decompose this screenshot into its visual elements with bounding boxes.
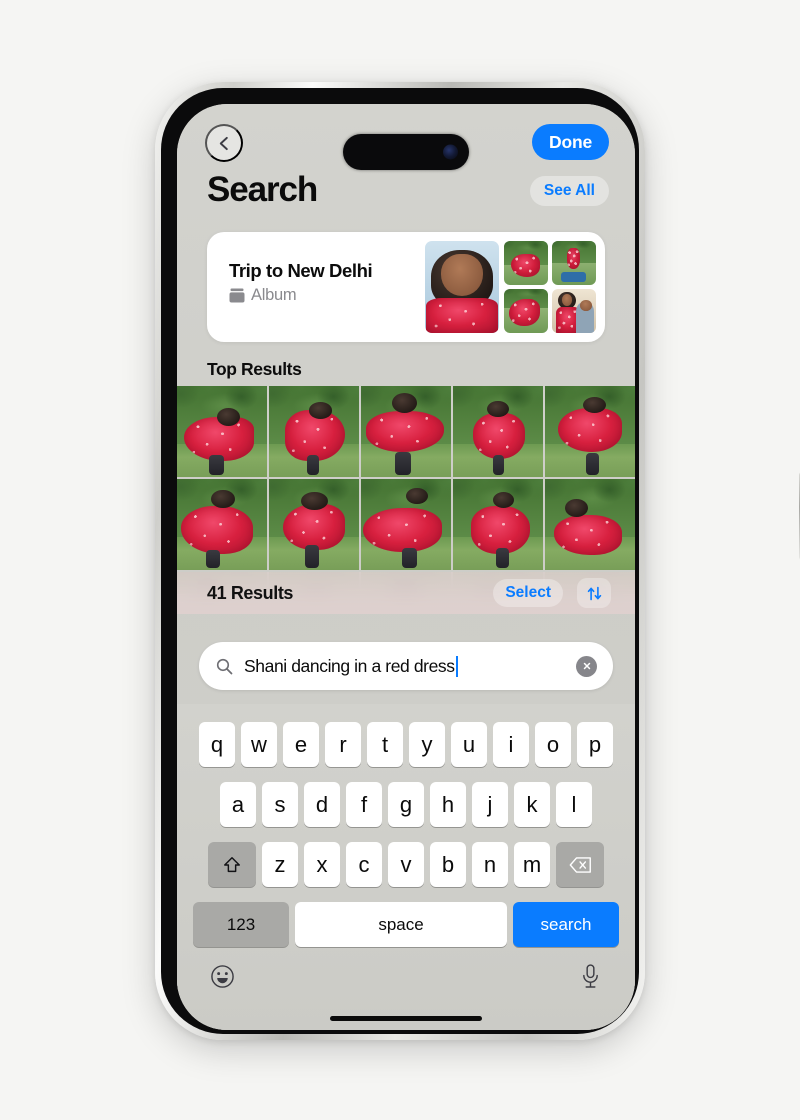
keyboard-row-2: a s d f g h j k l: [177, 782, 635, 827]
photo-thumbnail[interactable]: [361, 386, 451, 477]
key-s[interactable]: s: [262, 782, 298, 827]
key-z[interactable]: z: [262, 842, 298, 887]
dynamic-island[interactable]: [343, 134, 469, 170]
phone-device-frame: Done Search See All Trip to New Delhi Al…: [155, 82, 800, 1040]
search-input[interactable]: Shani dancing in a red dress: [199, 642, 613, 690]
magnifying-glass-icon: [216, 658, 233, 674]
key-v[interactable]: v: [388, 842, 424, 887]
key-e[interactable]: e: [283, 722, 319, 767]
album-thumbnail-girl-red-dress-spin: [504, 289, 548, 333]
search-return-key[interactable]: search: [513, 902, 619, 947]
space-key[interactable]: space: [295, 902, 507, 947]
photos-search-app: Done Search See All Trip to New Delhi Al…: [177, 104, 635, 1030]
phone-bezel: Done Search See All Trip to New Delhi Al…: [161, 88, 639, 1034]
shift-key[interactable]: [208, 842, 256, 887]
select-button[interactable]: Select: [493, 579, 563, 607]
photo-thumbnail[interactable]: [545, 386, 635, 477]
photo-thumbnail[interactable]: [269, 386, 359, 477]
phone-screen: Done Search See All Trip to New Delhi Al…: [177, 104, 635, 1030]
done-button[interactable]: Done: [532, 124, 609, 160]
page-title: Search: [207, 170, 318, 209]
album-stack-icon: [229, 288, 245, 303]
album-thumbnail-portrait-girl-closeup: [425, 241, 499, 333]
results-count-label: 41 Results: [207, 582, 294, 603]
album-subtitle-row: Album: [229, 286, 372, 305]
photo-thumbnail[interactable]: [545, 479, 635, 570]
front-camera-lens: [443, 144, 458, 160]
key-p[interactable]: p: [577, 722, 613, 767]
backspace-icon: [569, 856, 591, 873]
home-indicator[interactable]: [330, 1016, 482, 1021]
text-caret: [455, 655, 458, 677]
album-type-label: Album: [251, 286, 297, 304]
search-bar-container: Shani dancing in a red dress: [177, 638, 635, 700]
key-c[interactable]: c: [346, 842, 382, 887]
photo-thumbnail[interactable]: [269, 479, 359, 570]
back-button[interactable]: [205, 124, 243, 162]
key-w[interactable]: w: [241, 722, 277, 767]
sort-arrows-icon: [587, 586, 601, 600]
keyboard-row-1: q w e r t y u i o p: [177, 722, 635, 767]
see-all-button[interactable]: See All: [529, 176, 609, 206]
album-thumbnail-girl-red-dress-on-chair: [552, 241, 596, 285]
key-u[interactable]: u: [451, 722, 487, 767]
key-d[interactable]: d: [304, 782, 340, 827]
album-thumbnail-grid: [504, 241, 596, 333]
key-x[interactable]: x: [304, 842, 340, 887]
key-r[interactable]: r: [325, 722, 361, 767]
photo-thumbnail[interactable]: [453, 386, 543, 477]
shift-arrow-icon: [224, 856, 240, 872]
album-thumbnail-girl-red-dress-twirl: [504, 241, 548, 285]
key-o[interactable]: o: [535, 722, 571, 767]
clear-circle-icon: [583, 662, 590, 670]
key-m[interactable]: m: [514, 842, 550, 887]
album-thumbnail-girl-hugging-boy: [552, 289, 596, 333]
photo-thumbnail[interactable]: [177, 386, 267, 477]
key-a[interactable]: a: [220, 782, 256, 827]
numbers-key[interactable]: 123: [193, 902, 289, 947]
backspace-key[interactable]: [556, 842, 604, 887]
photo-thumbnail[interactable]: [177, 479, 267, 570]
keyboard-row-4: 123 space search: [177, 902, 635, 947]
album-card-text: Trip to New Delhi Album: [229, 260, 373, 305]
chevron-left-icon: [219, 136, 228, 150]
album-title: Trip to New Delhi: [229, 260, 373, 281]
key-t[interactable]: t: [367, 722, 403, 767]
album-result-card[interactable]: Trip to New Delhi Album: [207, 232, 605, 342]
top-results-heading: Top Results: [207, 359, 302, 379]
title-row: Search See All: [177, 170, 635, 218]
key-g[interactable]: g: [388, 782, 424, 827]
photo-thumbnail[interactable]: [453, 479, 543, 570]
microphone-icon: [582, 963, 598, 988]
on-screen-keyboard: q w e r t y u i o p a s d f g h j k l z …: [177, 704, 635, 1030]
key-j[interactable]: j: [472, 782, 508, 827]
key-k[interactable]: k: [514, 782, 550, 827]
search-input-value: Shani dancing in a red dress: [244, 655, 455, 676]
navigation-bar: Done: [177, 120, 635, 170]
results-toolbar: 41 Results Select: [177, 572, 635, 614]
photo-thumbnail[interactable]: [361, 479, 451, 570]
key-y[interactable]: y: [409, 722, 445, 767]
emoji-smiley-icon: [210, 964, 234, 988]
dictation-key[interactable]: [575, 959, 605, 993]
key-n[interactable]: n: [472, 842, 508, 887]
clear-search-button[interactable]: [576, 655, 597, 677]
key-l[interactable]: l: [556, 782, 592, 827]
keyboard-bottom-row: [177, 959, 635, 1003]
key-i[interactable]: i: [493, 722, 529, 767]
album-thumbnail-cluster: [425, 241, 596, 333]
top-results-photo-grid: [177, 386, 635, 594]
key-h[interactable]: h: [430, 782, 466, 827]
key-q[interactable]: q: [199, 722, 235, 767]
key-b[interactable]: b: [430, 842, 466, 887]
key-f[interactable]: f: [346, 782, 382, 827]
sort-button[interactable]: [577, 578, 611, 608]
keyboard-row-3: z x c v b n m: [177, 842, 635, 887]
emoji-key[interactable]: [207, 961, 237, 991]
